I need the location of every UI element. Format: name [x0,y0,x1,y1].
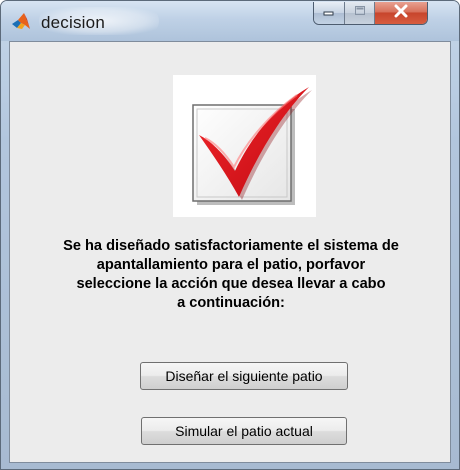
red-checkmark-icon [173,75,316,217]
status-message: Se ha diseñado satisfactoriamente el sis… [63,238,399,311]
window-title: decision [41,13,105,32]
dialog-content: Se ha diseñado satisfactoriamente el sis… [9,41,451,463]
title-bar[interactable]: decision [1,1,459,41]
design-next-patio-button[interactable]: Diseñar el siguiente patio [140,362,348,390]
minimize-icon [322,4,336,22]
close-icon [393,4,409,23]
maximize-icon [353,4,367,22]
minimize-button[interactable] [314,2,345,24]
close-button[interactable] [375,2,427,24]
matlab-logo-icon[interactable] [11,12,31,32]
caption-buttons [313,2,428,25]
dialog-window: decision Se ha diseñado satisfactoriamen… [0,0,460,470]
simulate-current-patio-button[interactable]: Simular el patio actual [141,417,347,445]
maximize-button[interactable] [345,2,375,24]
